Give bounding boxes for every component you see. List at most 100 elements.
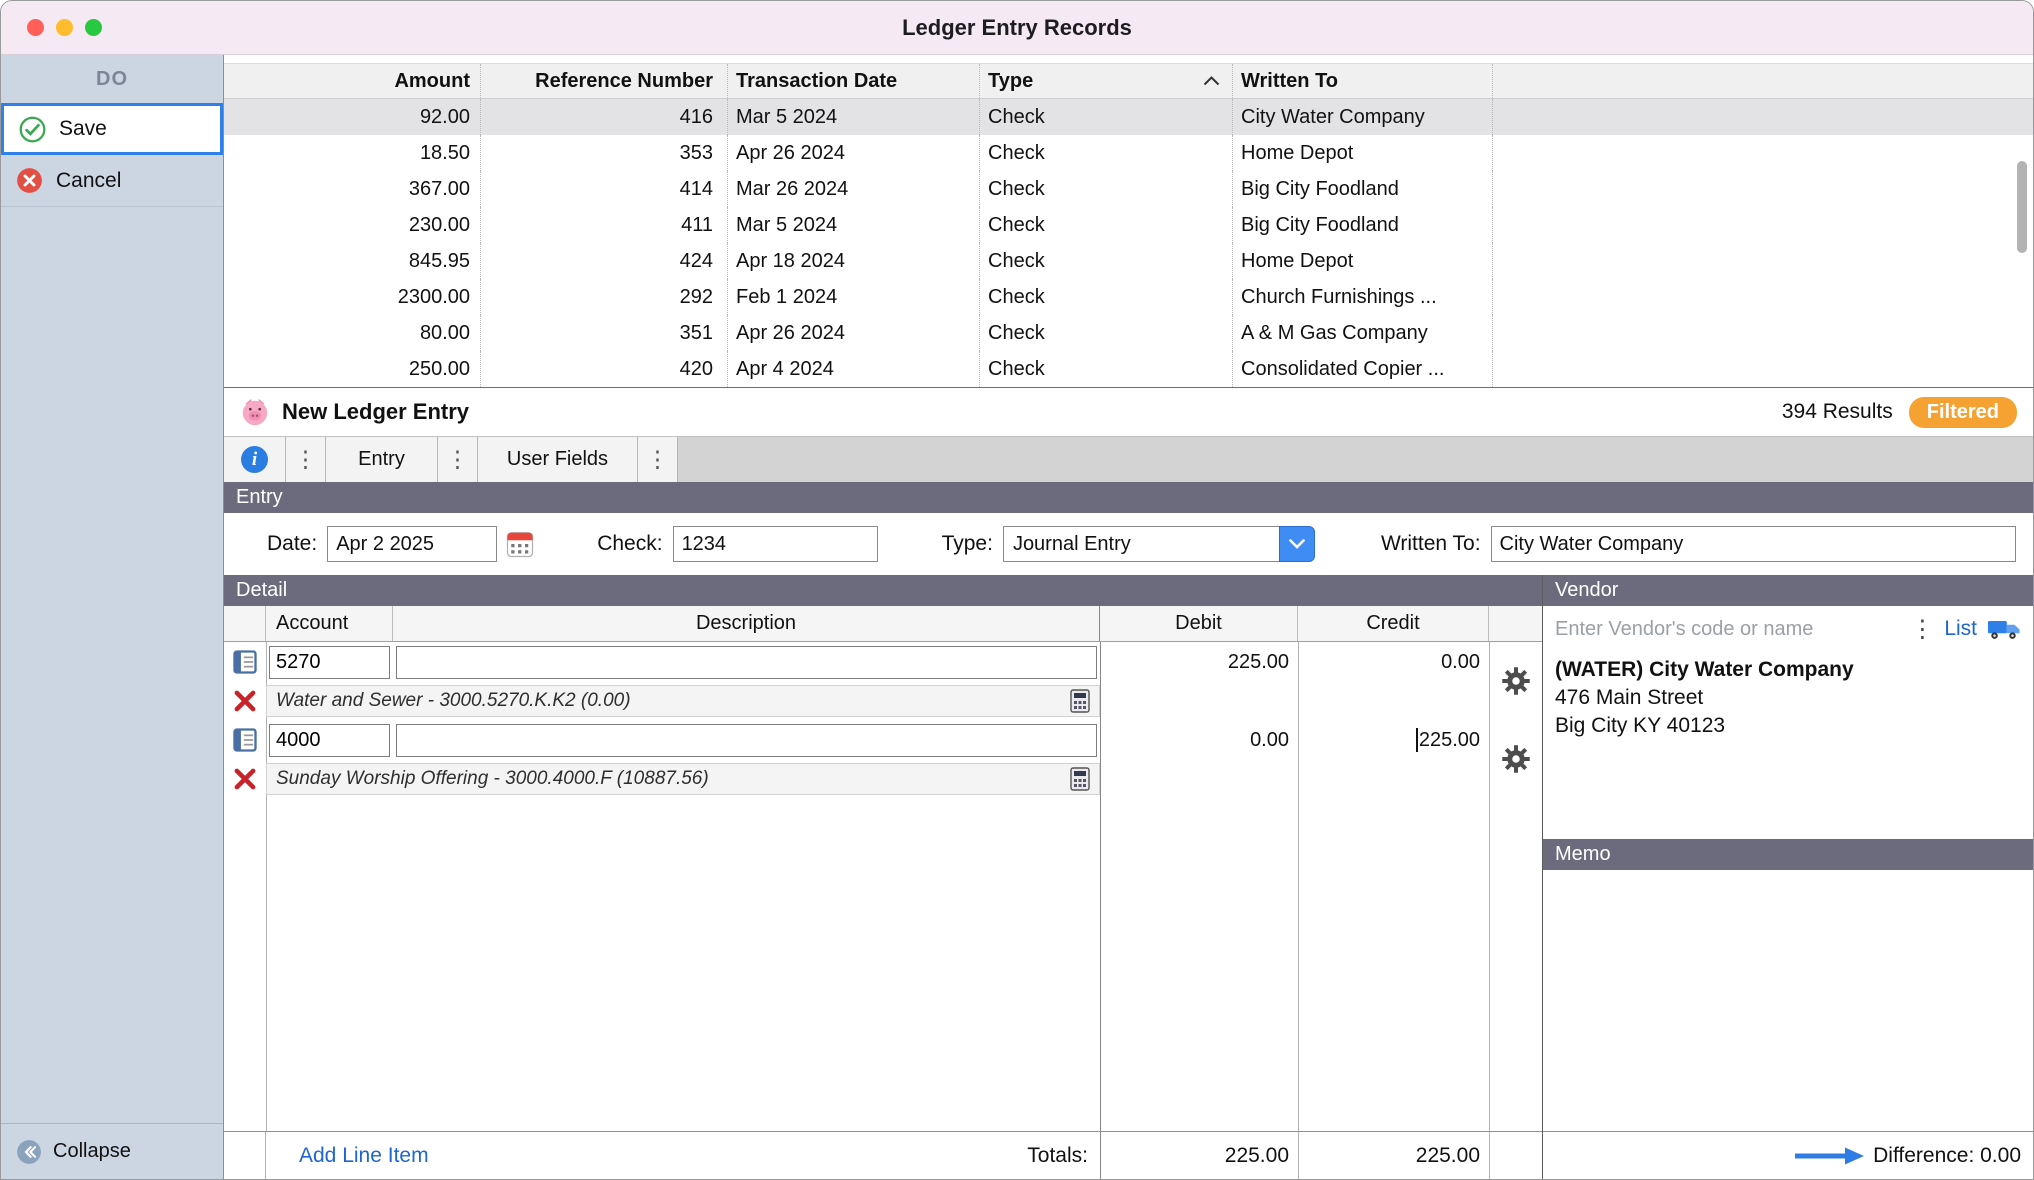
memo-field[interactable] (1543, 870, 2033, 1131)
vendor-address-line2: Big City KY 40123 (1555, 714, 1726, 737)
vendor-section-header: Vendor (1543, 575, 2033, 606)
check-circle-icon (19, 116, 46, 143)
vendor-search-input[interactable] (1555, 617, 1901, 641)
tab-user-fields[interactable]: User Fields (478, 437, 638, 482)
entry-form: Date: Check: Type: Journa (224, 513, 2033, 575)
credit-cell[interactable]: 225.00 (1298, 720, 1489, 760)
column-header-amount[interactable]: Amount (224, 64, 481, 98)
close-window-button[interactable] (27, 19, 44, 36)
detail-column-account: Account (266, 606, 393, 641)
info-button[interactable]: i (224, 437, 286, 482)
debit-cell[interactable]: 0.00 (1100, 720, 1298, 760)
sidebar: DO Save Cancel Collapse (1, 55, 224, 1179)
date-field[interactable] (327, 526, 498, 562)
calculator-icon[interactable] (1070, 689, 1090, 713)
new-entry-bar: New Ledger Entry 394 Results Filtered (224, 388, 2033, 436)
description-field[interactable] (396, 645, 1097, 679)
column-header-transaction-date[interactable]: Transaction Date (728, 64, 980, 98)
page-title: New Ledger Entry (282, 399, 470, 424)
zoom-window-button[interactable] (85, 19, 102, 36)
tab-bar: i ⋮ Entry ⋮ User Fields ⋮ (224, 436, 2033, 482)
account-info-text: Water and Sewer - 3000.5270.K.K2 (0.00) (276, 690, 631, 711)
ledger-account-icon[interactable] (231, 726, 259, 754)
table-row[interactable]: 230.00 411 Mar 5 2024 Check Big City Foo… (224, 207, 2033, 243)
line-settings-gear-icon[interactable] (1501, 666, 1531, 696)
description-field[interactable] (396, 723, 1097, 757)
account-info-strip: Water and Sewer - 3000.5270.K.K2 (0.00) (266, 685, 1100, 717)
column-header-type[interactable]: Type (980, 64, 1233, 98)
delete-line-icon[interactable] (232, 766, 258, 792)
totals-row: Add Line Item Totals: 225.00 225.00 (224, 1131, 1542, 1179)
memo-section-header: Memo (1543, 839, 2033, 870)
vendor-list-link[interactable]: List (1944, 617, 1977, 641)
traffic-lights (27, 1, 102, 54)
vendor-address-line1: 476 Main Street (1555, 686, 1704, 709)
dropdown-button[interactable] (1278, 526, 1315, 562)
add-line-item-button[interactable]: Add Line Item (299, 1144, 429, 1168)
credit-cell[interactable]: 0.00 (1298, 642, 1489, 682)
sort-ascending-icon (1203, 76, 1220, 86)
totals-debit: 225.00 (1100, 1132, 1298, 1179)
table-row[interactable]: 18.50 353 Apr 26 2024 Check Home Depot (224, 135, 2033, 171)
collapse-button-label: Collapse (53, 1140, 131, 1162)
table-row[interactable]: 250.00 420 Apr 4 2024 Check Consolidated… (224, 351, 2033, 387)
table-row[interactable]: 845.95 424 Apr 18 2024 Check Home Depot (224, 243, 2033, 279)
type-dropdown[interactable]: Journal Entry (1002, 526, 1315, 562)
table-row[interactable]: 80.00 351 Apr 26 2024 Check A & M Gas Co… (224, 315, 2033, 351)
tab-entry-menu-dots[interactable]: ⋮ (438, 437, 478, 482)
line-item: 225.00 0.00 (224, 642, 1542, 720)
account-number-field[interactable] (269, 645, 390, 679)
text-cursor (1415, 728, 1418, 752)
cancel-button[interactable]: Cancel (1, 155, 223, 207)
detail-column-debit: Debit (1100, 606, 1298, 641)
vendor-name: (WATER) City Water Company (1555, 658, 1854, 681)
debit-cell[interactable]: 225.00 (1100, 642, 1298, 682)
check-number-field[interactable] (672, 526, 878, 562)
pig-icon (240, 397, 270, 427)
scrollbar-thumb[interactable] (2017, 161, 2027, 253)
account-number-field[interactable] (269, 723, 390, 757)
type-label: Type: (941, 532, 993, 555)
detail-table-body: 225.00 0.00 (224, 642, 1542, 1131)
records-table: Amount Reference Number Transaction Date… (224, 55, 2033, 388)
column-header-written-to[interactable]: Written To (1233, 64, 1493, 98)
delete-line-icon[interactable] (232, 688, 258, 714)
save-button-label: Save (59, 117, 107, 140)
vendor-menu-dots[interactable]: ⋮ (1910, 615, 1934, 644)
column-header-reference-number[interactable]: Reference Number (481, 64, 728, 98)
calculator-icon[interactable] (1070, 767, 1090, 791)
ledger-account-icon[interactable] (231, 648, 259, 676)
info-icon: i (241, 446, 268, 473)
line-settings-gear-icon[interactable] (1501, 744, 1531, 774)
type-dropdown-value: Journal Entry (1002, 526, 1279, 562)
vendor-search-row: ⋮ List (1543, 606, 2033, 652)
totals-label: Totals: (1027, 1143, 1088, 1167)
date-label: Date: (267, 532, 318, 555)
title-bar: Ledger Entry Records (1, 1, 2033, 55)
filtered-badge[interactable]: Filtered (1908, 396, 2017, 428)
detail-panel: Detail Account Description Debit Credit (224, 575, 1542, 1179)
vendor-info: (WATER) City Water Company 476 Main Stre… (1543, 652, 2033, 839)
table-row[interactable]: 2300.00 292 Feb 1 2024 Check Church Furn… (224, 279, 2033, 315)
table-row[interactable]: 92.00 416 Mar 5 2024 Check City Water Co… (224, 99, 2033, 135)
detail-column-credit: Credit (1298, 606, 1489, 641)
vertical-scrollbar[interactable] (2014, 101, 2030, 382)
written-to-label: Written To: (1380, 532, 1481, 555)
x-circle-icon (16, 167, 43, 194)
window-title: Ledger Entry Records (902, 14, 1132, 40)
detail-column-description: Description (393, 606, 1100, 641)
detail-section-header: Detail (224, 575, 1542, 606)
collapse-button[interactable]: Collapse (1, 1123, 223, 1179)
arrow-right-icon (1793, 1146, 1865, 1166)
cancel-button-label: Cancel (56, 168, 122, 192)
tab-user-fields-menu-dots[interactable]: ⋮ (638, 437, 678, 482)
save-button[interactable]: Save (1, 103, 223, 155)
minimize-window-button[interactable] (56, 19, 73, 36)
tab-entry[interactable]: Entry (326, 437, 438, 482)
check-label: Check: (597, 532, 663, 555)
truck-icon[interactable] (1987, 618, 2021, 641)
calendar-icon[interactable] (505, 529, 535, 559)
table-row[interactable]: 367.00 414 Mar 26 2024 Check Big City Fo… (224, 171, 2033, 207)
info-menu-dots[interactable]: ⋮ (286, 437, 326, 482)
written-to-field[interactable] (1490, 526, 2016, 562)
